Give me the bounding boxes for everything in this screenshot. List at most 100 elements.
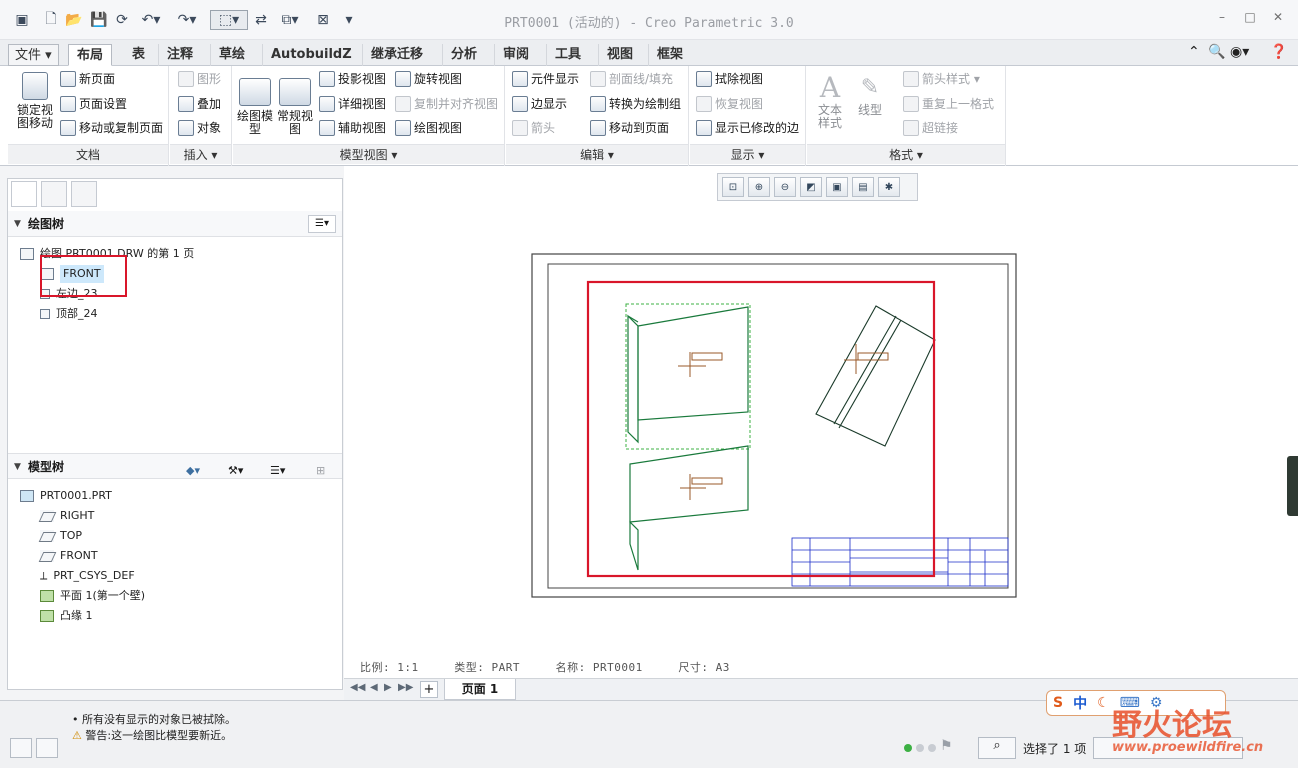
convert-draft-group-button[interactable]: 转换为绘制组 (590, 93, 681, 115)
saved-orientations-icon[interactable]: ▤ (852, 177, 874, 197)
undo-icon[interactable]: ↶▾ (138, 10, 164, 30)
drawing-sheet[interactable] (530, 252, 1020, 600)
tab-file[interactable]: 文件 ▾ (8, 44, 59, 66)
refit-icon[interactable]: ⊡ (722, 177, 744, 197)
erase-view-button[interactable]: 拭除视图 (696, 68, 763, 90)
resume-view-button[interactable]: 恢复视图 (696, 93, 763, 115)
revolved-view-button[interactable]: 旋转视图 (395, 68, 462, 90)
next-page-icon[interactable]: ▶ (384, 682, 392, 693)
drawing-tree-item[interactable]: 顶部_24 (40, 305, 98, 323)
zoom-out-icon[interactable]: ⊖ (774, 177, 796, 197)
display-style-icon[interactable]: ▣ (826, 177, 848, 197)
model-tree-item[interactable]: FRONT (40, 547, 98, 565)
maximize-button[interactable]: □ (1240, 10, 1260, 28)
move-to-page-button[interactable]: 移动到页面 (590, 117, 669, 139)
find-icon[interactable]: ⌕ (978, 737, 1016, 759)
add-page-button[interactable]: + (420, 681, 438, 698)
tab-sketch[interactable]: 草绘 (210, 44, 253, 66)
page-tab[interactable]: 页面 1 (444, 679, 516, 700)
group-label-document[interactable]: 文档 (8, 144, 168, 164)
switch-windows-icon[interactable]: ⇄ (252, 10, 270, 30)
help-icon[interactable]: ❓ (1270, 44, 1287, 60)
regenerate-icon[interactable]: ⟳ (112, 10, 132, 30)
model-tree-item[interactable]: RIGHT (40, 507, 94, 525)
collapse-ribbon-icon[interactable]: ⌃ (1188, 44, 1200, 60)
filter-icon[interactable]: ⊞ (316, 458, 325, 484)
search-icon[interactable]: 🔍 (1208, 44, 1225, 60)
select-box-icon[interactable]: ⬚▾ (210, 10, 248, 30)
redo-icon[interactable]: ↷▾ (174, 10, 200, 30)
group-label-display[interactable]: 显示 ▾ (690, 144, 805, 164)
model-tree-item[interactable]: ⟂ PRT_CSYS_DEF (40, 567, 135, 585)
overlay-button[interactable]: 叠加 (178, 93, 221, 115)
component-display-button[interactable]: 元件显示 (512, 68, 579, 90)
arrow-button[interactable]: 箭头 (512, 117, 555, 139)
tree-settings-icon[interactable]: ☰▾ (308, 215, 336, 233)
drawing-model-button[interactable]: 绘图模型 (237, 78, 273, 136)
moon-icon[interactable]: ☾ (1097, 695, 1110, 711)
collapse-triangle-icon[interactable]: ▼ (14, 211, 21, 237)
save-icon[interactable]: 💾 (90, 10, 108, 30)
customize-toolbar-icon[interactable]: ▾ (340, 10, 358, 30)
tools-icon[interactable]: ⚒▾ (228, 458, 243, 484)
minimize-button[interactable]: – (1212, 10, 1232, 28)
page-setup-button[interactable]: 页面设置 (60, 93, 127, 115)
graphic-button[interactable]: 图形 (178, 68, 221, 90)
auxiliary-view-button[interactable]: 辅助视图 (319, 117, 386, 139)
datum-display-icon[interactable]: ✱ (878, 177, 900, 197)
projection-view-button[interactable]: 投影视图 (319, 68, 386, 90)
community-icon[interactable]: ◉▾ (1230, 44, 1249, 60)
collapse-triangle-icon[interactable]: ▼ (14, 454, 21, 480)
drawing-view-button[interactable]: 绘图视图 (395, 117, 462, 139)
ime-mode[interactable]: 中 (1073, 693, 1087, 713)
model-tree-root[interactable]: PRT0001.PRT (20, 487, 112, 505)
new-file-icon[interactable]: 🗋 (42, 10, 60, 30)
hyperlink-button[interactable]: 超链接 (903, 117, 958, 139)
browser-toggle-icon[interactable] (36, 738, 58, 758)
model-tree-tab[interactable] (11, 181, 37, 207)
show-icon[interactable]: ◆▾ (186, 458, 200, 484)
windows-icon[interactable]: ⧉▾ (276, 10, 304, 30)
tab-framework[interactable]: 框架 (648, 44, 691, 66)
tab-layout[interactable]: 布局 (68, 44, 113, 66)
flag-icon[interactable]: ⚑ (940, 738, 953, 754)
detailed-view-button[interactable]: 详细视图 (319, 93, 386, 115)
group-label-edit[interactable]: 编辑 ▾ (506, 144, 688, 164)
tab-annotate[interactable]: 注释 (158, 44, 201, 66)
tab-tools[interactable]: 工具 (546, 44, 589, 66)
open-folder-icon[interactable]: 📂 (64, 10, 84, 30)
edge-display-button[interactable]: 边显示 (512, 93, 567, 115)
tab-table[interactable]: 表 (124, 44, 153, 66)
folder-browser-tab[interactable] (41, 181, 67, 207)
prev-page-icon[interactable]: ◀ (370, 682, 378, 693)
arrow-style-button[interactable]: 箭头样式 ▾ (903, 68, 980, 90)
general-view-button[interactable]: 常规视图 (277, 78, 313, 136)
group-label-model-views[interactable]: 模型视图 ▾ (233, 144, 504, 164)
navigator-toggle-icon[interactable] (10, 738, 32, 758)
model-tree-item[interactable]: TOP (40, 527, 82, 545)
group-label-insert[interactable]: 插入 ▾ (170, 144, 231, 164)
copy-align-view-button[interactable]: 复制并对齐视图 (395, 93, 498, 115)
drawing-tree-header[interactable]: ▼ 绘图树 ☰▾ (8, 211, 342, 237)
tab-review[interactable]: 审阅 (494, 44, 537, 66)
text-style-button[interactable]: A 文本样式 (813, 72, 847, 130)
last-page-icon[interactable]: ▶▶ (398, 682, 413, 693)
tab-autobuildz[interactable]: AutobuildZ (262, 44, 360, 66)
new-page-button[interactable]: 新页面 (60, 68, 115, 90)
tab-legacy-migration[interactable]: 继承迁移 (362, 44, 431, 66)
show-modified-edges-button[interactable]: 显示已修改的边 (696, 117, 799, 139)
repeat-last-format-button[interactable]: 重复上一格式 (903, 93, 994, 115)
hatch-fill-button[interactable]: 剖面线/填充 (590, 68, 673, 90)
side-handle[interactable] (1287, 456, 1298, 516)
move-copy-page-button[interactable]: 移动或复制页面 (60, 117, 163, 139)
line-style-button[interactable]: ✎ 线型 (853, 72, 887, 117)
close-window-icon[interactable]: ⊠ (314, 10, 332, 30)
lock-view-movement-button[interactable]: 锁定视图移动 (12, 72, 58, 130)
app-icon[interactable]: ▣ (12, 10, 32, 30)
zoom-in-icon[interactable]: ⊕ (748, 177, 770, 197)
model-tree-header[interactable]: ▼ 模型树 ◆▾ ⚒▾ ☰▾ ⊞ (8, 453, 342, 479)
tab-analysis[interactable]: 分析 (442, 44, 485, 66)
close-button[interactable]: ✕ (1268, 10, 1288, 28)
object-button[interactable]: 对象 (178, 117, 221, 139)
group-label-format[interactable]: 格式 ▾ (807, 144, 1005, 164)
